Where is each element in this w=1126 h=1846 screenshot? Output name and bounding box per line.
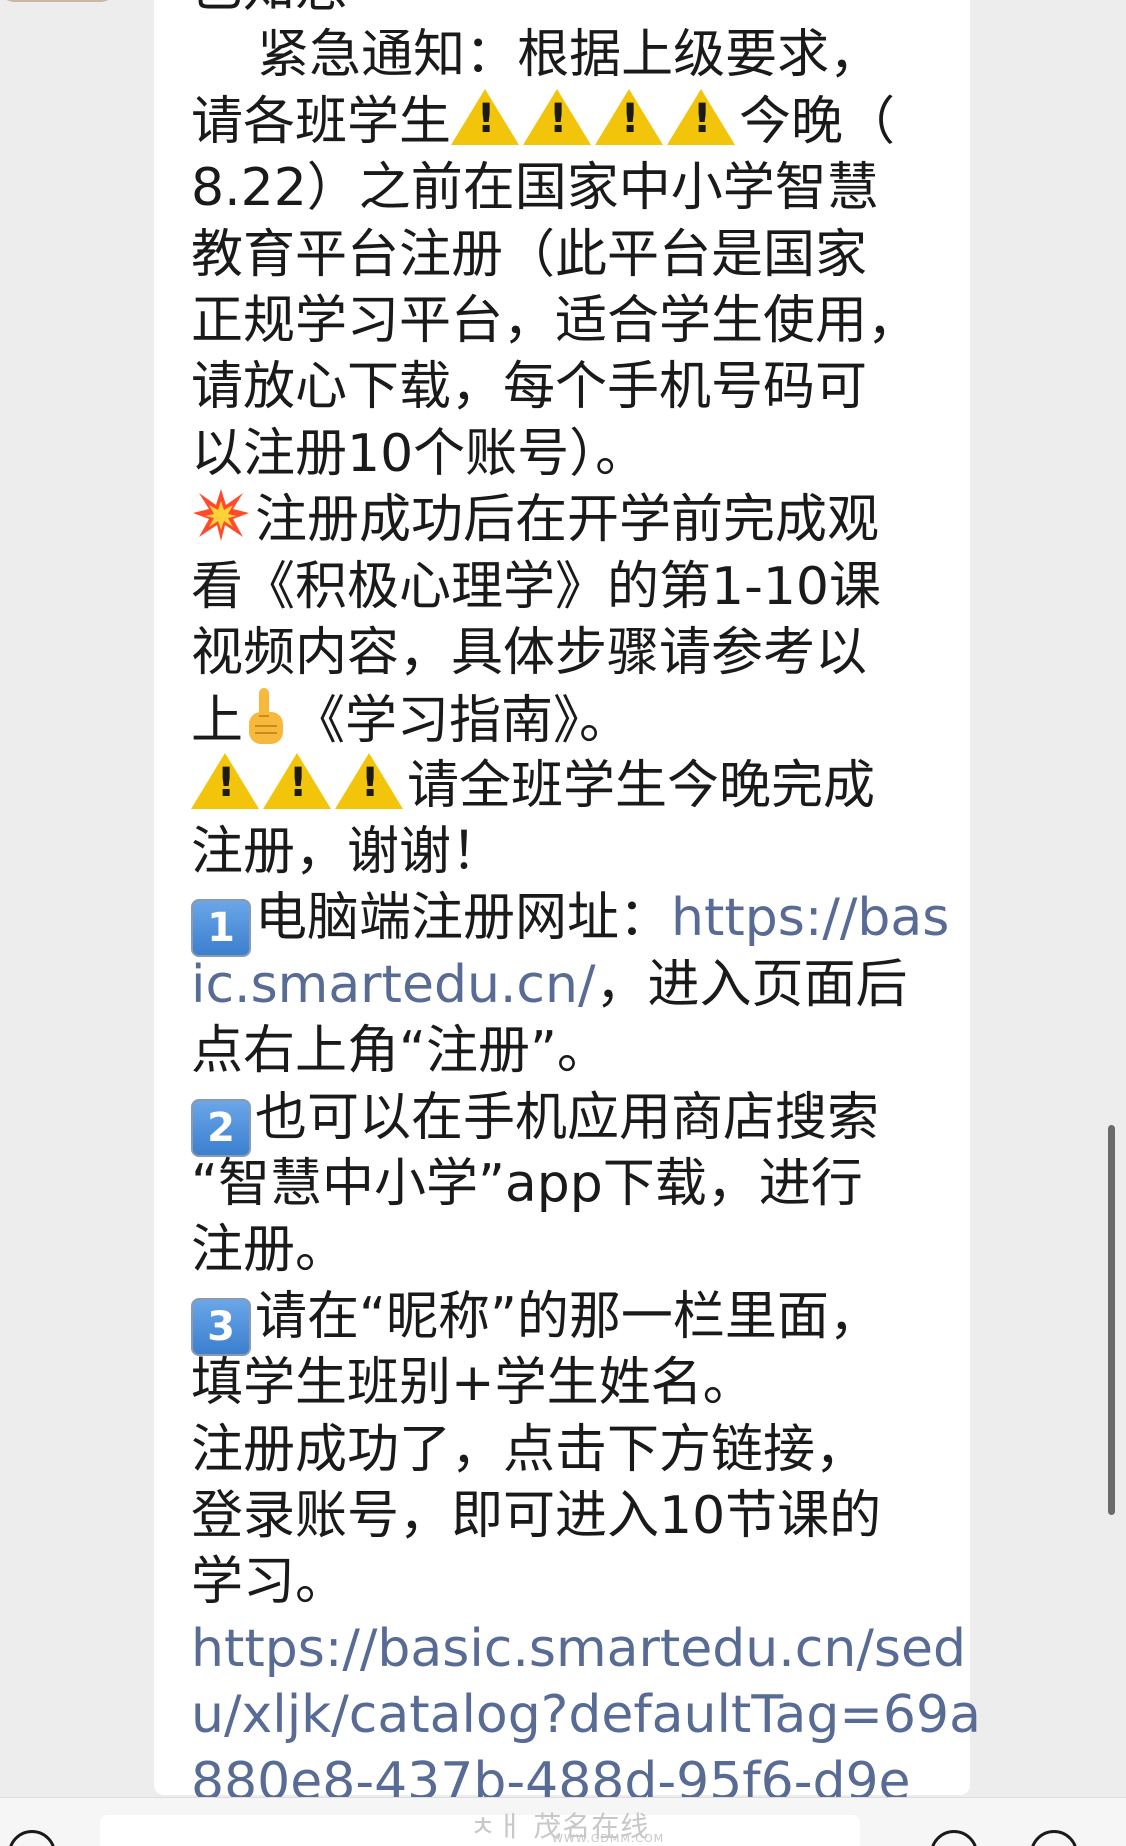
message-line: 注册成功了，点击下方链接，: [191, 1419, 868, 1480]
message-fragment: 请在“昵称”的那一栏里面，: [255, 1286, 881, 1347]
scrollbar[interactable]: [1108, 1125, 1115, 1515]
message-text: 已知悉 紧急通知：根据上级要求， 请各班学生 今晚（ 8.22）之前在国家中小学智…: [191, 0, 981, 1815]
chat-screen: 已知悉 紧急通知：根据上级要求， 请各班学生 今晚（ 8.22）之前在国家中小学智…: [0, 0, 1126, 1846]
message-line: 请放心下载，每个手机号码可: [191, 357, 868, 418]
message-line: 学习。: [191, 1552, 348, 1613]
message-line: 正规学习平台，适合学生使用，: [191, 290, 920, 351]
message-line: 视频内容，具体步骤请参考以: [191, 622, 868, 683]
message-line: 8.22）之前在国家中小学智慧: [191, 158, 879, 219]
warning-icon: [523, 88, 592, 145]
message-line: 登录账号，即可进入10节课的: [191, 1485, 882, 1546]
message-line: 紧急通知：根据上级要求，: [191, 25, 882, 86]
message-fragment: 注册成功后在开学前完成观: [255, 490, 880, 551]
message-fragment: 也可以在手机应用商店搜索: [255, 1087, 880, 1148]
warning-icon: [263, 752, 331, 809]
message-line: 3 请在“昵称”的那一栏里面，: [191, 1284, 951, 1356]
message-line: ic.smartedu.cn/，进入页面后: [191, 952, 951, 1018]
url-link[interactable]: u/xljk/catalog?defaultTag=69a: [191, 1682, 981, 1748]
message-fragment: ，进入页面后: [595, 954, 908, 1015]
message-line: 已知悉: [191, 0, 951, 22]
message-line: 请各班学生 今晚（: [191, 88, 951, 155]
url-link[interactable]: https://basic.smartedu.cn/sed: [191, 1616, 966, 1682]
message-line: 2 也可以在手机应用商店搜索: [191, 1085, 951, 1157]
keycap-1-icon: 1: [191, 899, 251, 958]
pointing-up-hand-icon: [249, 688, 284, 745]
message-line: 注册。: [191, 1220, 348, 1281]
url-link[interactable]: ic.smartedu.cn/: [191, 955, 596, 1015]
keycap-3-icon: 3: [191, 1297, 251, 1356]
message-line: 1 电脑端注册网址：https://bas: [191, 885, 951, 958]
message-line: 请全班学生今晚完成: [191, 752, 951, 819]
warning-icon: [451, 88, 520, 145]
message-line: 看《积极心理学》的第1-10课: [191, 556, 882, 617]
message-fragment: 上: [191, 691, 244, 752]
warning-icon: [667, 88, 736, 145]
message-line: 以注册10个账号）。: [191, 423, 648, 484]
message-line: 注册成功后在开学前完成观: [191, 487, 951, 553]
message-line: 填学生班别+学生姓名。: [191, 1353, 755, 1414]
warning-icon: [191, 752, 259, 809]
message-line: 上 《学习指南》。: [191, 686, 951, 752]
message-fragment: 今晚（: [739, 91, 896, 152]
url-link[interactable]: https://bas: [671, 888, 949, 948]
message-fragment: 电脑端注册网址：: [255, 888, 672, 949]
message-fragment: 请各班学生: [191, 91, 452, 152]
collision-icon: [193, 489, 249, 542]
message-fragment: 请全班学生今晚完成: [407, 755, 876, 816]
warning-icon: [595, 88, 664, 145]
message-line: 教育平台注册（此平台是国家: [191, 224, 868, 285]
message-line: 点右上角“注册”。: [191, 1021, 609, 1082]
keycap-2-icon: 2: [191, 1098, 251, 1157]
avatar[interactable]: [0, 0, 115, 2]
watermark-sub: WWW.GDMM.COM: [552, 1832, 665, 1845]
warning-icon: [335, 752, 403, 809]
message-line: 注册，谢谢！: [191, 822, 504, 883]
message-line: “智慧中小学”app下载，进行: [191, 1154, 863, 1215]
message-fragment: 《学习指南》。: [293, 691, 632, 752]
